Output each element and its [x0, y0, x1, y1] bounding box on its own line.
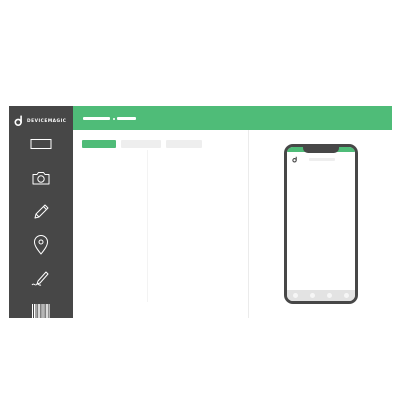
breadcrumb-separator — [113, 117, 115, 120]
column-divider — [147, 150, 148, 302]
preview-divider — [248, 130, 249, 318]
nav-item[interactable] — [327, 293, 332, 298]
brand-name: DEVICEMAGIC — [27, 118, 67, 124]
tool-location[interactable] — [9, 231, 73, 259]
phone-preview — [284, 144, 358, 304]
barcode-icon — [32, 304, 50, 318]
tool-photo[interactable] — [9, 164, 73, 192]
nav-item[interactable] — [310, 293, 315, 298]
tool-signature[interactable] — [9, 264, 73, 292]
tab-active[interactable] — [82, 140, 116, 148]
tab-inactive[interactable] — [121, 140, 161, 148]
tool-sketch[interactable] — [9, 198, 73, 226]
phone-notch — [303, 147, 339, 153]
nav-item[interactable] — [344, 293, 349, 298]
signature-pen-icon — [31, 271, 49, 286]
form-title-placeholder — [83, 117, 110, 120]
logo-mark-icon — [14, 115, 22, 127]
devicemagic-logo: DEVICEMAGIC — [14, 114, 66, 128]
phone-header-placeholder — [309, 158, 335, 161]
pencil-icon — [34, 204, 49, 219]
form-builder-window: DEVICEMAGIC — [9, 106, 392, 318]
location-pin-icon — [33, 235, 49, 255]
form-editor — [73, 106, 392, 318]
camera-icon — [32, 172, 50, 185]
phone-bottom-nav — [287, 290, 355, 301]
text-field-icon — [30, 139, 52, 149]
tool-barcode[interactable] — [9, 302, 73, 318]
tab-inactive[interactable] — [166, 140, 202, 148]
top-header-bar — [73, 106, 392, 130]
logo-icon — [292, 156, 297, 163]
tool-sidebar: DEVICEMAGIC — [9, 106, 73, 318]
nav-item[interactable] — [293, 293, 298, 298]
form-subtitle-placeholder — [117, 117, 136, 120]
tool-text-field[interactable] — [9, 130, 73, 158]
